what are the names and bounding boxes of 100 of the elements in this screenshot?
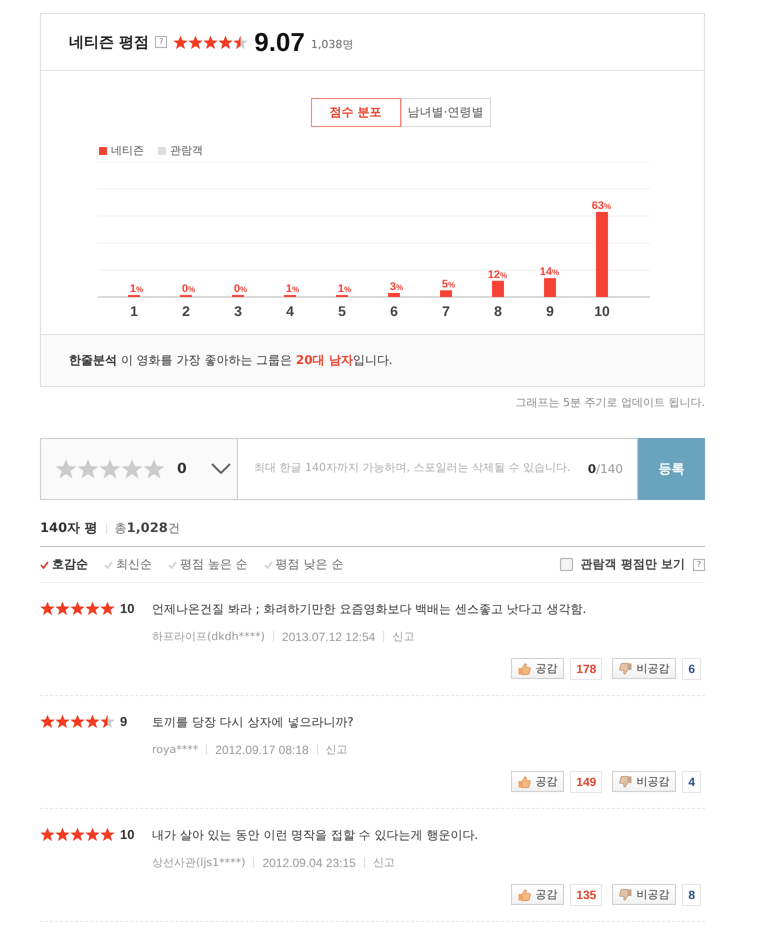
star-icon <box>173 34 188 50</box>
review-date: 2013.07.12 12:54 <box>282 630 376 644</box>
filter-label[interactable]: 관람객 평점만 보기 <box>580 556 685 573</box>
dislike-count: 8 <box>682 884 701 906</box>
tab[interactable]: 남녀별·연령별 <box>400 98 490 127</box>
value-label: 63 <box>592 200 604 212</box>
review-text: 토끼를 당장 다시 상자에 넣으라니까? <box>152 714 355 731</box>
value-label: 14 <box>540 266 552 278</box>
character-counter: 0/140 <box>588 462 623 476</box>
percent-sign: % <box>240 285 248 294</box>
star-icon[interactable] <box>77 458 99 480</box>
like-button[interactable]: 공감 <box>511 658 564 679</box>
bar <box>544 278 556 297</box>
star-icon[interactable] <box>99 458 121 480</box>
total-count: 총1,028건 <box>114 520 180 536</box>
dislike-button[interactable]: 비공감 <box>612 658 676 679</box>
review-field[interactable]: 최대 한글 140자까지 가능하며, 스포일러는 삭제될 수 있습니다. 0/140 <box>237 438 638 500</box>
chevron-down-icon[interactable] <box>210 463 231 475</box>
rating-select[interactable]: 0 <box>40 438 237 500</box>
check-icon <box>264 560 273 568</box>
star-icon <box>55 827 70 842</box>
bar <box>492 280 504 297</box>
sort-option[interactable]: 평점 높은 순 <box>168 556 248 573</box>
score-label: 9 <box>546 303 554 319</box>
analysis-text: 한줄분석 이 영화를 가장 좋아하는 그룹은 20대 남자입니다. <box>69 352 393 369</box>
sort-option[interactable]: 평점 낮은 순 <box>264 556 344 573</box>
dislike-count: 4 <box>682 771 701 793</box>
review-score: 10 <box>120 827 134 842</box>
star-icon <box>203 34 218 50</box>
star-icon <box>100 827 115 842</box>
value-label: 3 <box>390 280 396 293</box>
percent-sign: % <box>136 285 144 294</box>
thumbs-down-icon <box>619 662 632 674</box>
value-label: 0 <box>234 283 240 295</box>
score-label: 1 <box>130 303 138 319</box>
like-count: 149 <box>570 771 602 793</box>
percent-sign: % <box>188 285 196 294</box>
percent-sign: % <box>344 285 352 294</box>
star-icon <box>100 714 115 729</box>
star-icon <box>40 714 55 729</box>
star-icon <box>85 827 100 842</box>
bar <box>440 290 452 297</box>
score-label: 4 <box>286 303 294 319</box>
star-icon[interactable] <box>55 458 77 480</box>
star-icon <box>85 601 100 616</box>
star-icon <box>55 714 70 729</box>
bar <box>388 292 400 297</box>
rating-title: 네티즌 평점 <box>69 32 150 52</box>
help-icon[interactable]: ? <box>693 558 705 570</box>
review-score: 10 <box>120 601 134 616</box>
thumbs-down-icon <box>619 776 632 788</box>
value-label: 1 <box>130 283 136 295</box>
tab[interactable]: 점수 분포 <box>310 98 400 127</box>
percent-sign: % <box>396 282 404 292</box>
star-icon <box>70 714 85 729</box>
legend-label: 네티즌 <box>111 143 144 158</box>
average-score: 9.07 <box>254 26 305 58</box>
like-count: 178 <box>570 658 602 680</box>
thumbs-down-icon <box>619 888 632 900</box>
help-icon[interactable]: ? <box>155 36 168 48</box>
review-text: 언제나온건질 봐라 ; 화려하기만한 요즘영화보다 백배는 센스좋고 낫다고 생각함. <box>152 601 588 618</box>
sort-option[interactable]: 호감순 <box>40 556 88 573</box>
check-icon <box>104 560 113 568</box>
like-count: 135 <box>570 884 602 906</box>
value-label: 1 <box>338 283 344 295</box>
value-label: 12 <box>488 268 500 281</box>
percent-sign: % <box>552 268 560 278</box>
sort-option[interactable]: 최신순 <box>104 556 152 573</box>
star-icon <box>70 601 85 616</box>
dislike-button[interactable]: 비공감 <box>612 771 676 792</box>
star-icon <box>100 601 115 616</box>
star-icon <box>55 601 70 616</box>
like-button[interactable]: 공감 <box>511 884 564 905</box>
thumbs-up-icon <box>518 888 532 900</box>
star-icon <box>40 601 55 616</box>
star-icon <box>188 34 204 50</box>
thumbs-up-icon <box>518 662 532 674</box>
score-label: 6 <box>390 303 398 319</box>
legend-label: 관람객 <box>170 143 203 158</box>
thumbs-up-icon <box>518 776 532 788</box>
section-title: 140자 평 <box>40 520 98 537</box>
dislike-count: 6 <box>682 658 701 680</box>
check-icon <box>40 560 49 568</box>
participant-count: 1,038명 <box>310 36 354 52</box>
star-icon[interactable] <box>143 458 165 480</box>
like-button[interactable]: 공감 <box>511 771 564 792</box>
review-date: 2012.09.04 23:15 <box>262 856 356 870</box>
review-date: 2012.09.17 08:18 <box>215 742 309 756</box>
value-label: 1 <box>286 283 292 295</box>
percent-sign: % <box>604 202 612 211</box>
dislike-button[interactable]: 비공감 <box>612 884 676 905</box>
star-icon[interactable] <box>121 458 143 480</box>
star-icon <box>70 827 85 842</box>
percent-sign: % <box>500 270 508 280</box>
percent-sign: % <box>448 280 456 290</box>
star-icon <box>218 34 234 50</box>
checkbox[interactable] <box>560 558 573 571</box>
star-icon <box>233 34 248 50</box>
score-label: 5 <box>338 303 346 319</box>
score-label: 10 <box>594 303 610 319</box>
